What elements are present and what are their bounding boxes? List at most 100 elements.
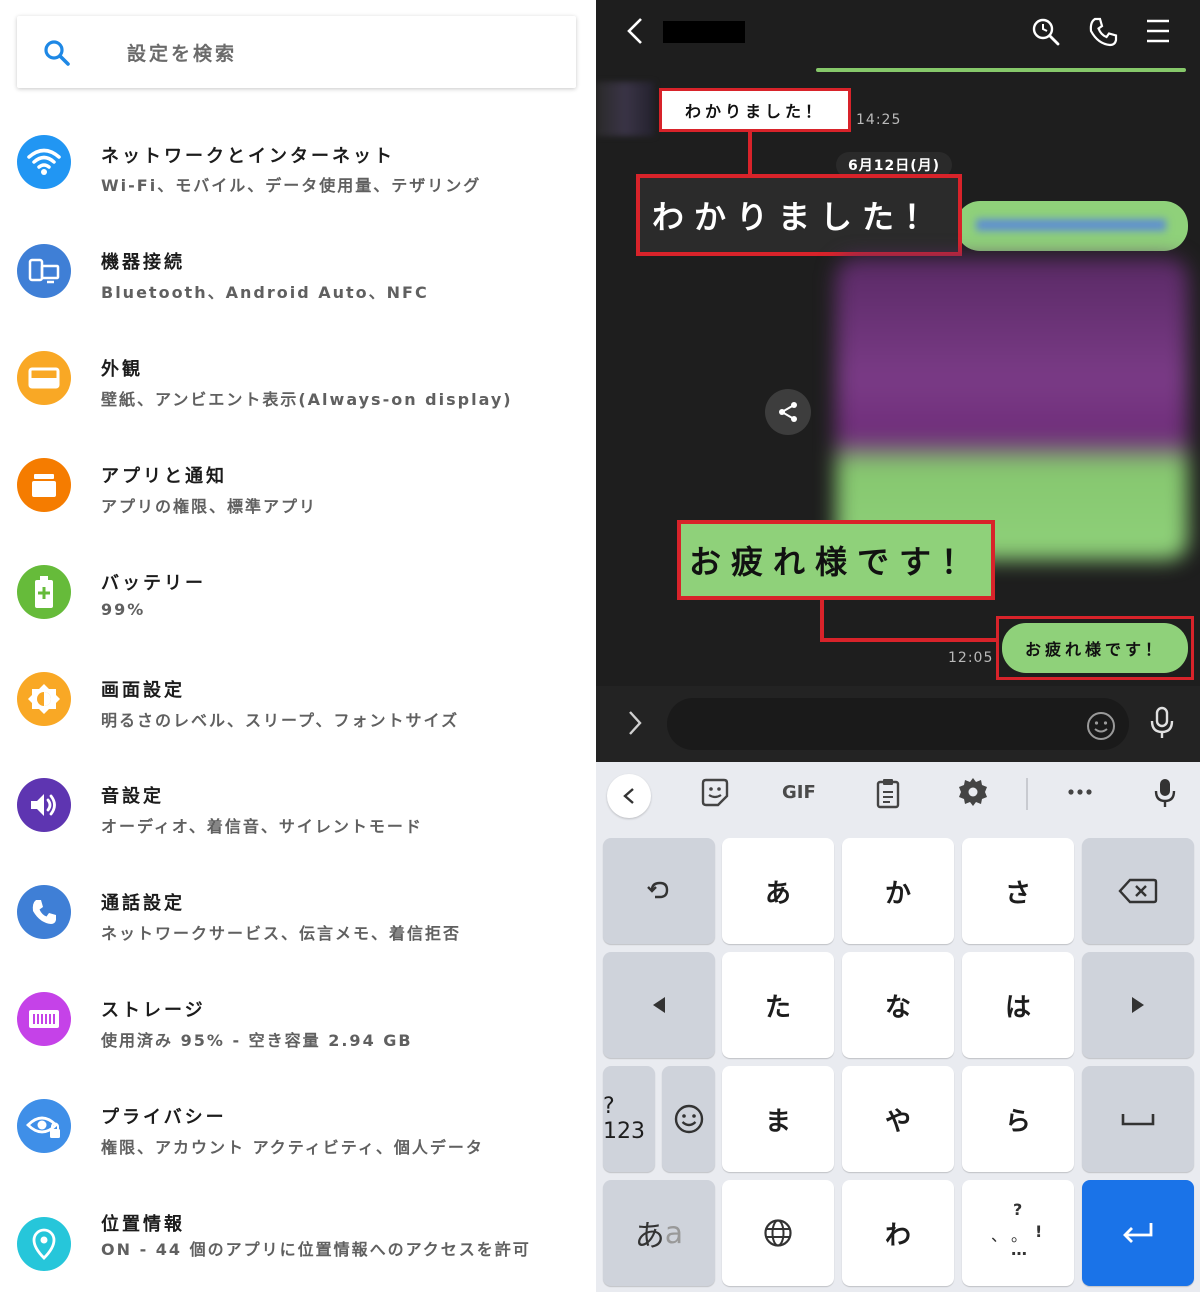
settings-item-network[interactable]: ネットワークとインターネット Wi-Fi、モバイル、データ使用量、テザリング [0, 111, 596, 211]
keyboard: GIF あ か さ た な は ?123 ま や ら あ a わ ? 、 。 !… [596, 762, 1200, 1292]
wallpaper-icon [17, 351, 71, 405]
settings-item-title: 通話設定 [101, 893, 185, 914]
privacy-icon [17, 1099, 71, 1153]
cursor-left-key[interactable] [603, 952, 715, 1058]
settings-item-title: バッテリー [101, 573, 206, 594]
settings-item-sound[interactable]: 音設定 オーディオ、着信音、サイレントモード [0, 752, 596, 852]
key-wa[interactable]: わ [842, 1180, 954, 1286]
chat-screen: わかりました！ 14:25 6月12日(月) わかりました！ お疲れ様です！ 1… [596, 0, 1200, 762]
gif-button[interactable]: GIF [782, 782, 816, 803]
space-key[interactable] [1082, 1066, 1194, 1172]
undo-key[interactable] [603, 838, 715, 944]
settings-item-subtitle: オーディオ、着信音、サイレントモード [101, 817, 423, 836]
punct-exclaim: ! [1035, 1222, 1043, 1241]
settings-item-subtitle: Wi-Fi、モバイル、データ使用量、テザリング [101, 176, 482, 195]
globe-icon [764, 1219, 792, 1247]
key-ra[interactable]: ら [962, 1066, 1074, 1172]
settings-item-subtitle: 99% [101, 600, 146, 619]
backspace-key[interactable] [1082, 838, 1194, 944]
contact-avatar [596, 82, 654, 136]
key-ya[interactable]: や [842, 1066, 954, 1172]
brightness-icon [17, 672, 71, 726]
settings-item-connected-devices[interactable]: 機器接続 Bluetooth、Android Auto、NFC [0, 218, 596, 318]
highlight-connector [748, 132, 752, 176]
settings-search-bar[interactable]: 設定を検索 [17, 16, 576, 88]
enter-key[interactable] [1082, 1180, 1194, 1286]
settings-item-display[interactable]: 画面設定 明るさのレベル、スリープ、フォントサイズ [0, 646, 596, 746]
settings-item-title: ストレージ [101, 1000, 206, 1021]
location-icon [17, 1217, 71, 1271]
input-mode-key[interactable]: あa [603, 1180, 715, 1286]
punct-comma: 、 [991, 1226, 1008, 1245]
search-icon[interactable] [1030, 16, 1062, 52]
voice-input-icon[interactable] [1153, 777, 1177, 814]
space-icon [1121, 1114, 1155, 1126]
punctuation-key[interactable]: ? 、 。 ! … [962, 1180, 1074, 1286]
key-na[interactable]: な [842, 952, 954, 1058]
key-sa[interactable]: さ [962, 838, 1074, 944]
emoji-key[interactable] [662, 1066, 715, 1172]
chevron-left-icon [623, 788, 634, 804]
key-ma[interactable]: ま [722, 1066, 834, 1172]
settings-item-battery[interactable]: バッテリー 99% [0, 539, 596, 639]
emoji-icon [674, 1104, 703, 1134]
settings-item-subtitle: 使用済み 95% - 空き容量 2.94 GB [101, 1031, 413, 1050]
key-ta[interactable]: た [722, 952, 834, 1058]
numbers-key[interactable]: ?123 [603, 1066, 655, 1172]
settings-item-privacy[interactable]: プライバシー 権限、アカウント アクティビティ、個人データ [0, 1073, 596, 1173]
back-arrow-icon[interactable] [624, 16, 646, 50]
share-button[interactable] [765, 389, 811, 435]
globe-key[interactable] [722, 1180, 834, 1286]
numbers-key-label: ?123 [603, 1094, 645, 1144]
gear-icon[interactable] [958, 777, 988, 812]
punct-ellipsis: … [1011, 1240, 1027, 1259]
keyboard-toolbar: GIF [596, 762, 1200, 828]
settings-item-storage[interactable]: ストレージ 使用済み 95% - 空き容量 2.94 GB [0, 966, 596, 1066]
settings-item-subtitle: 壁紙、アンビエント表示(Always-on display) [101, 390, 513, 409]
blurred-link [976, 219, 1166, 231]
mic-icon[interactable] [1149, 706, 1175, 744]
battery-icon [17, 565, 71, 619]
input-mode-alpha: a [664, 1215, 684, 1251]
contact-name-redacted [663, 21, 745, 43]
sent-time: 12:05 [948, 650, 994, 666]
sent-link-bubble[interactable] [956, 201, 1188, 251]
keyboard-back-button[interactable] [607, 774, 651, 818]
input-mode-kana: あ [634, 1219, 665, 1254]
key-ha[interactable]: は [962, 952, 1074, 1058]
menu-icon[interactable] [1144, 16, 1172, 50]
message-input[interactable] [667, 698, 1129, 750]
sent-message-highlight: お疲れ様です！ [996, 616, 1194, 680]
wifi-icon [17, 135, 71, 189]
blurred-media [836, 258, 1188, 560]
chat-input-bar [596, 686, 1200, 762]
previous-bubble-edge [816, 68, 1186, 72]
phone-icon[interactable] [1087, 16, 1119, 52]
settings-item-call[interactable]: 通話設定 ネットワークサービス、伝言メモ、着信拒否 [0, 859, 596, 959]
received-time: 14:25 [856, 112, 902, 128]
sticker-icon[interactable] [699, 777, 731, 814]
cursor-right-key[interactable] [1082, 952, 1194, 1058]
clipboard-icon[interactable] [874, 777, 902, 814]
received-message-bubble[interactable]: わかりました！ [659, 88, 851, 132]
highlight-connector [820, 638, 998, 642]
settings-item-appearance[interactable]: 外観 壁紙、アンビエント表示(Always-on display) [0, 325, 596, 425]
emoji-icon[interactable] [1086, 711, 1116, 745]
settings-item-title: 画面設定 [101, 680, 185, 701]
settings-item-subtitle: ON - 44 個のアプリに位置情報へのアクセスを許可 [101, 1240, 531, 1259]
sent-message-bubble[interactable]: お疲れ様です！ [1002, 623, 1188, 673]
devices-icon [17, 244, 71, 298]
settings-item-title: ネットワークとインターネット [101, 146, 395, 167]
highlight-connector [820, 600, 824, 642]
toolbar-divider [1026, 778, 1028, 810]
settings-item-location[interactable]: 位置情報 ON - 44 個のアプリに位置情報へのアクセスを許可 [0, 1180, 596, 1292]
settings-item-title: 音設定 [101, 786, 164, 807]
key-ka[interactable]: か [842, 838, 954, 944]
chevron-right-icon[interactable] [626, 708, 644, 742]
settings-item-title: プライバシー [101, 1107, 227, 1128]
settings-item-apps-notifications[interactable]: アプリと通知 アプリの権限、標準アプリ [0, 432, 596, 532]
backspace-icon [1118, 878, 1158, 904]
more-icon[interactable] [1066, 777, 1094, 812]
settings-item-subtitle: Bluetooth、Android Auto、NFC [101, 283, 429, 302]
key-a[interactable]: あ [722, 838, 834, 944]
